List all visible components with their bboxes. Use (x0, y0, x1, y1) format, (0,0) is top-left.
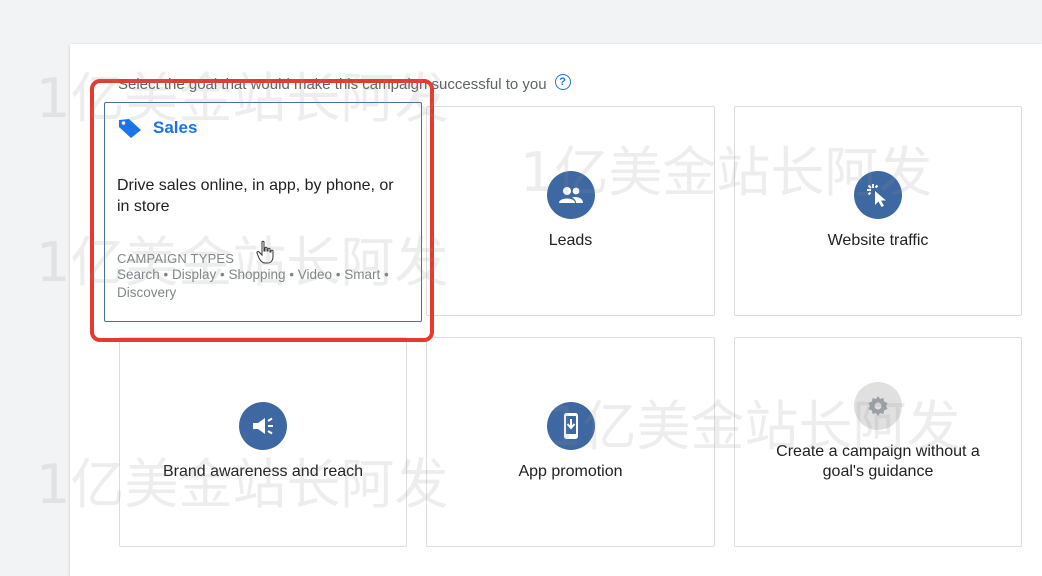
sales-description: Drive sales online, in app, by phone, or… (117, 177, 394, 215)
tag-icon (119, 119, 141, 138)
cursor-click-icon (867, 184, 886, 207)
brand-awareness-label: Brand awareness and reach (162, 463, 364, 480)
goal-card-leads[interactable]: Leads (426, 106, 715, 316)
no-goal-icon-circle (854, 382, 902, 430)
goal-prompt-text: Select the goal that would make this cam… (118, 76, 547, 93)
sales-title: Sales (153, 118, 198, 137)
megaphone-icon (253, 417, 273, 435)
app-promotion-label: App promotion (518, 463, 623, 480)
phone-download-icon (563, 413, 578, 439)
help-circle-icon[interactable]: ? (554, 73, 571, 90)
campaign-types-list: Search • Display • Shopping • Video • Sm… (117, 267, 389, 300)
goal-card-brand-awareness[interactable]: Brand awareness and reach (119, 337, 407, 547)
brand-awareness-icon-circle (239, 402, 287, 450)
gear-icon (868, 396, 888, 416)
goal-card-app-promotion[interactable]: App promotion (426, 337, 715, 547)
leads-icon-circle (546, 171, 595, 219)
hand-cursor-icon (256, 240, 274, 264)
website-traffic-icon-circle (854, 171, 902, 219)
website-traffic-label: Website traffic (827, 232, 929, 249)
no-goal-label: Create a campaign without a goal's guida… (776, 443, 980, 480)
people-icon (558, 187, 583, 203)
goal-card-website-traffic[interactable]: Website traffic (734, 106, 1022, 316)
app-promotion-icon-circle (546, 402, 595, 450)
leads-label: Leads (548, 232, 593, 249)
goal-card-no-goal[interactable]: Create a campaign without a goal's guida… (734, 337, 1022, 547)
goal-prompt: Select the goal that would make this cam… (118, 73, 571, 93)
goal-card-sales[interactable]: Sales Drive sales online, in app, by pho… (104, 102, 422, 322)
